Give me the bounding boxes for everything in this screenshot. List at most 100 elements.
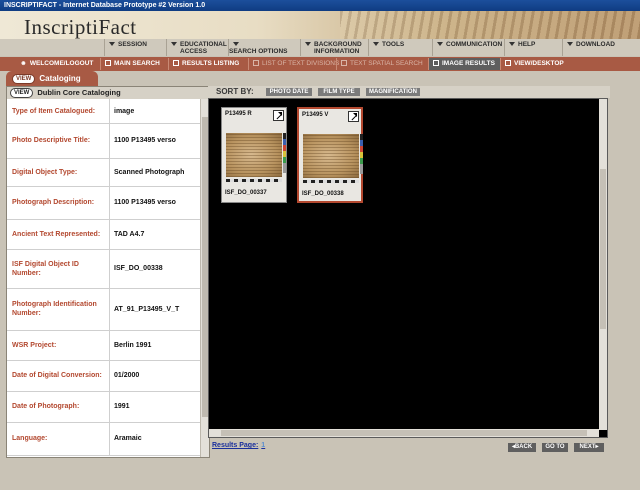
open-image-icon[interactable]: [348, 111, 359, 122]
sort-magnification-button[interactable]: MAGNIFICATION: [366, 88, 420, 96]
cell-divider: [109, 99, 110, 123]
menu-help[interactable]: HELP: [504, 39, 562, 56]
thumbnail-caption: ISF_DO_00337: [225, 190, 267, 196]
sort-film-type-button[interactable]: FILM TYPE: [318, 88, 360, 96]
field-value: 1100 P13495 verso: [114, 199, 176, 206]
back-button[interactable]: ◂BACK: [508, 443, 536, 452]
field-value: ISF_DO_00338: [114, 265, 163, 272]
dropdown-arrow-icon: [305, 42, 311, 46]
cell-divider: [109, 249, 110, 288]
catalog-row: Type of Item Catalogued: image: [7, 99, 200, 124]
cataloging-tab-label: Cataloging: [39, 74, 81, 83]
results-vertical-scrollbar[interactable]: [599, 99, 607, 430]
results-horizontal-scrollbar[interactable]: [209, 429, 599, 437]
catalog-row: Ancient Text Represented: TAD A4.7: [7, 219, 200, 250]
field-label: Type of Item Catalogued:: [12, 107, 96, 115]
cell-divider: [109, 288, 110, 330]
catalog-row: WSR Project: Berlin 1991: [7, 330, 200, 361]
field-value: 1991: [114, 403, 130, 410]
page-number[interactable]: 1: [261, 442, 265, 449]
nav-welcome-logout[interactable]: ☻ WELCOME/LOGOUT: [16, 58, 100, 70]
field-label: Photograph Identification Number:: [12, 301, 97, 317]
cataloging-tab[interactable]: VIEW Cataloging: [6, 71, 98, 86]
panel-view-button[interactable]: VIEW: [10, 88, 34, 98]
color-chart: [283, 133, 286, 173]
panel-title: Dublin Core Cataloging: [37, 88, 121, 97]
dropdown-arrow-icon: [373, 42, 379, 46]
field-value: Berlin 1991: [114, 341, 152, 349]
catalog-row: ISF Digital Object ID Number: ISF_DO_003…: [7, 249, 200, 289]
thumbnail-card[interactable]: P13495 R ISF_DO_00337: [221, 107, 287, 203]
papyrus-image[interactable]: [226, 133, 282, 177]
field-label: Date of Digital Conversion:: [12, 372, 102, 379]
catalog-row: Digital Object Type: Scanned Photograph: [7, 158, 200, 187]
cell-divider: [109, 391, 110, 422]
thumbnail-title: P13495 R: [225, 111, 252, 117]
thumbnail-title: P13495 V: [302, 112, 329, 118]
catalog-row: Date of Digital Conversion: 01/2000: [7, 360, 200, 392]
menu-educational-access[interactable]: EDUCATIONAL ACCESS: [166, 39, 228, 56]
field-label: Photo Descriptive Title:: [12, 137, 91, 144]
window-title: INSCRIPTIFACT - Internet Database Protot…: [4, 2, 206, 9]
sort-photo-date-button[interactable]: PHOTO DATE: [266, 88, 312, 96]
field-label: Digital Object Type:: [12, 168, 78, 176]
catalog-row: Photograph Description: 1100 P13495 vers…: [7, 186, 200, 220]
view-pill-button[interactable]: VIEW: [12, 74, 36, 84]
menu-session[interactable]: SESSION: [104, 39, 166, 56]
field-label: Language:: [12, 435, 48, 442]
catalog-row: Language: Aramaic: [7, 422, 200, 456]
menu-search-options[interactable]: SEARCH OPTIONS: [228, 39, 300, 56]
field-value: image: [114, 107, 135, 115]
desktop-icon: [505, 60, 511, 66]
field-value: TAD A4.7: [114, 230, 145, 238]
nav-main-search[interactable]: MAIN SEARCH: [100, 58, 168, 70]
nav-results-listing[interactable]: RESULTS LISTING: [168, 58, 248, 70]
results-page-link[interactable]: Results Page: 1: [212, 442, 265, 449]
papyrus-image[interactable]: [303, 134, 359, 178]
cataloging-panel-header: VIEW Dublin Core Cataloging: [7, 87, 209, 99]
field-value: 01/2000: [114, 372, 140, 379]
crosshair-icon: [341, 60, 347, 66]
person-icon: ☻: [20, 60, 27, 67]
thumbnail-card-selected[interactable]: P13495 V ISF_DO_00338: [297, 107, 363, 203]
catalog-row: Photograph Identification Number: AT_91_…: [7, 288, 200, 331]
menu-background-information[interactable]: BACKGROUND INFORMATION: [300, 39, 368, 56]
thumbnail-caption: ISF_DO_00338: [302, 191, 344, 197]
cataloging-panel: VIEW Dublin Core Cataloging Type of Item …: [6, 86, 210, 458]
scrollbar-thumb[interactable]: [600, 169, 606, 329]
cell-divider: [109, 186, 110, 219]
image-icon: [433, 60, 439, 66]
menu-download[interactable]: DOWNLOAD: [562, 39, 640, 56]
nav-view-desktop[interactable]: VIEW/DESKTOP: [500, 58, 574, 70]
scale-ruler: [303, 180, 359, 183]
field-label: ISF Digital Object ID Number:: [12, 260, 79, 277]
sort-by-label: SORT BY:: [216, 87, 254, 96]
cell-divider: [109, 360, 110, 391]
results-footer: Results Page: 1 ◂BACK GO TO NEXT▸: [208, 440, 610, 454]
nav-list-of-text-divisions[interactable]: LIST OF TEXT DIVISIONS: [248, 58, 339, 70]
scrollbar-thumb[interactable]: [221, 430, 587, 436]
grid-icon: [173, 60, 179, 66]
open-image-icon[interactable]: [273, 110, 284, 121]
header-banner: InscriptiFact: [0, 11, 640, 39]
checkbox-icon: [105, 60, 111, 66]
dropdown-arrow-icon: [509, 42, 515, 46]
catalog-row: Date of Photograph: 1991: [7, 391, 200, 423]
goto-button[interactable]: GO TO: [542, 443, 568, 452]
color-chart: [360, 134, 363, 174]
nav-text-spatial-search[interactable]: TEXT SPATIAL SEARCH: [336, 58, 428, 70]
logo: InscriptiFact: [24, 15, 137, 39]
dropdown-arrow-icon: [233, 42, 239, 46]
field-label: Ancient Text Represented:: [12, 230, 101, 238]
cell-divider: [109, 158, 110, 186]
cell-divider: [109, 123, 110, 158]
list-icon: [253, 60, 259, 66]
menu-tools[interactable]: TOOLS: [368, 39, 432, 56]
scale-ruler: [226, 179, 282, 182]
cell-divider: [109, 422, 110, 455]
banner-texture: [340, 11, 640, 39]
next-button[interactable]: NEXT▸: [574, 443, 604, 452]
nav-image-results[interactable]: IMAGE RESULTS: [428, 58, 500, 70]
menu-communication[interactable]: COMMUNICATION: [432, 39, 504, 56]
field-value: Scanned Photograph: [114, 168, 185, 176]
